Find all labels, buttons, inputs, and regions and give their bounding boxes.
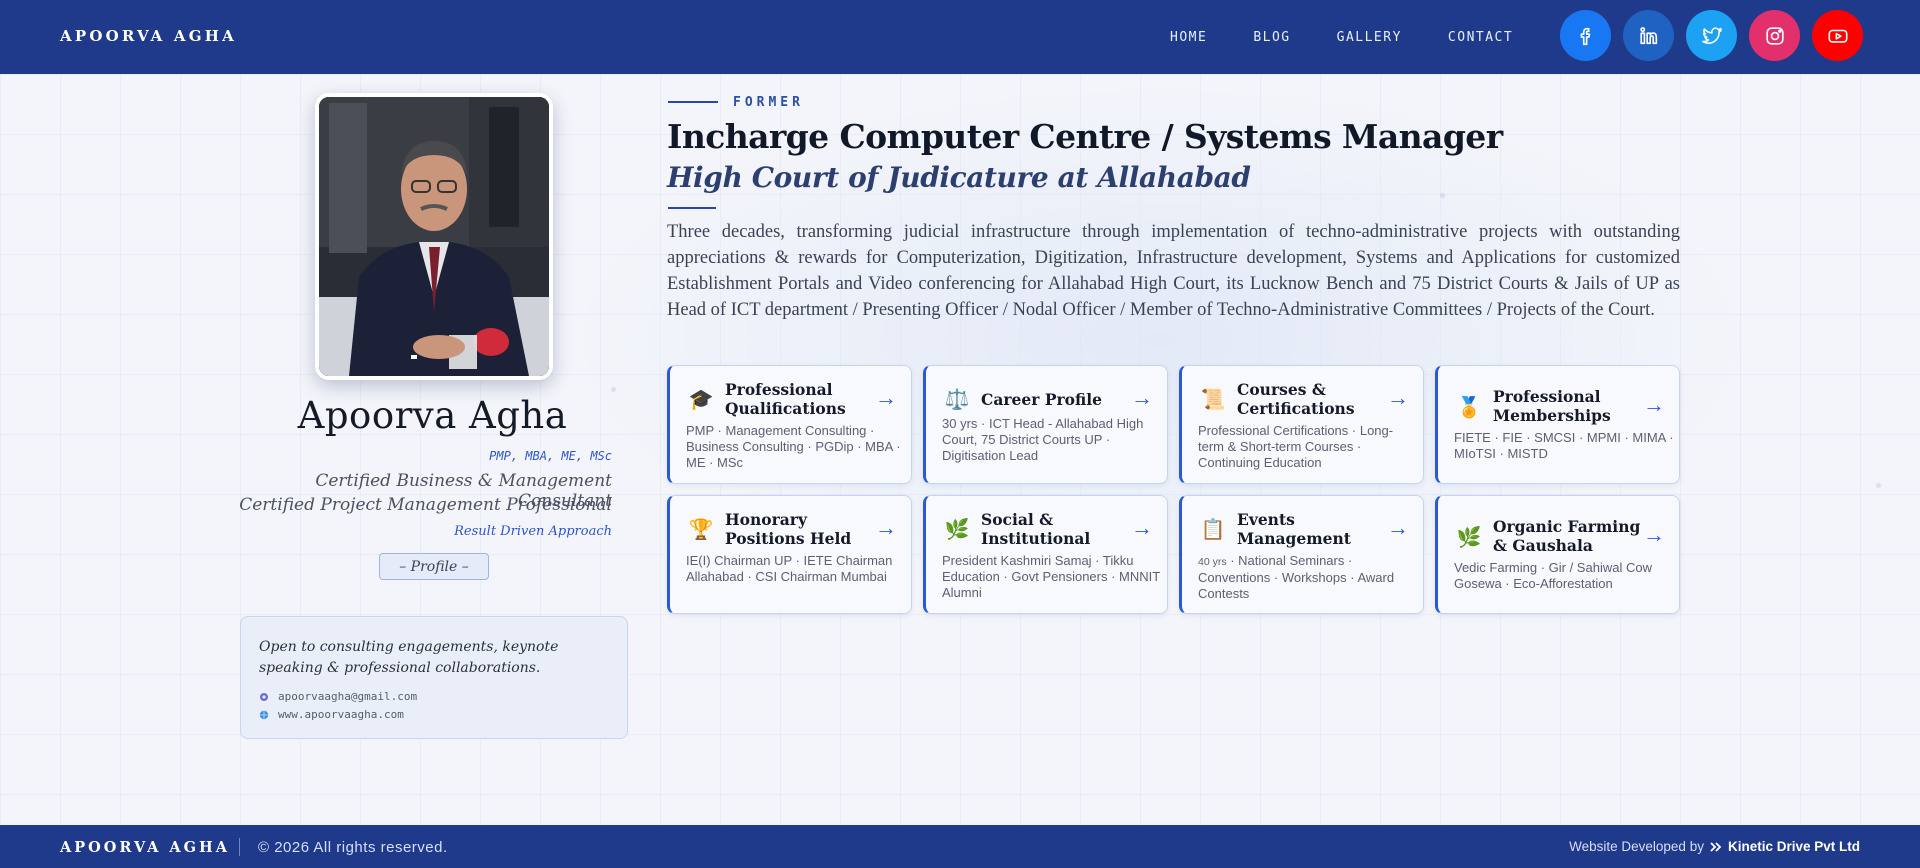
portrait-image — [319, 97, 549, 376]
arrow-right-icon[interactable]: → — [1131, 515, 1153, 541]
site-footer: APOORVA AGHA © 2026 All rights reserved.… — [0, 825, 1920, 868]
contact-website[interactable]: www.apoorvaagha.com — [278, 708, 404, 721]
card-description: PMP · Management Consulting · Business C… — [686, 423, 901, 470]
hero-summary: Three decades, transforming judicial inf… — [667, 222, 1680, 320]
card-title: Events Management — [1237, 510, 1351, 548]
arrow-right-icon[interactable]: → — [1643, 522, 1665, 548]
youtube-icon[interactable] — [1812, 10, 1863, 61]
developer-link[interactable]: Kinetic Drive Pvt Ltd — [1728, 839, 1860, 854]
double-chevron-icon — [1710, 841, 1722, 852]
social-links — [1560, 10, 1863, 61]
approach-tagline: Result Driven Approach — [454, 524, 612, 539]
card-description: FIETE · FIE · SMCSI · MPMI · MIMA · MIoT… — [1454, 430, 1674, 461]
card-honorary-positions[interactable]: 🏆 Honorary Positions Held → IE(I) Chairm… — [667, 495, 912, 614]
scales-icon: ⚖️ — [944, 389, 970, 411]
arrow-right-icon[interactable]: → — [875, 515, 897, 541]
card-title: Professional Memberships — [1493, 387, 1611, 425]
card-description: IE(I) Chairman UP · IETE Chairman Allaha… — [686, 553, 893, 584]
top-navbar: APOORVA AGHA HOME BLOG GALLERY CONTACT — [0, 0, 1920, 74]
facebook-icon[interactable] — [1560, 10, 1611, 61]
profile-photo — [315, 93, 553, 380]
contact-website-row[interactable]: www.apoorvaagha.com — [259, 708, 404, 721]
instagram-icon[interactable] — [1749, 10, 1800, 61]
seedling-icon: 🌿 — [1456, 527, 1482, 549]
card-professional-qualifications[interactable]: 🎓 Professional Qualifications → PMP · Ma… — [667, 365, 912, 484]
card-description: President Kashmiri Samaj · Tikku Educati… — [942, 553, 1160, 600]
developed-by-label: Website Developed by — [1569, 839, 1704, 854]
arrow-right-icon[interactable]: → — [1387, 385, 1409, 411]
email-icon — [260, 692, 268, 701]
trophy-icon: 🏆 — [688, 519, 714, 541]
card-social-institutional[interactable]: 🌿 Social & Institutional → President Kas… — [923, 495, 1168, 614]
developer-credit: Website Developed by Kinetic Drive Pvt L… — [1569, 839, 1860, 854]
card-title: Organic Farming & Gaushala — [1493, 517, 1641, 555]
graduation-cap-icon: 🎓 — [688, 389, 714, 411]
footer-copyright: © 2026 All rights reserved. — [258, 839, 448, 856]
footer-brand[interactable]: APOORVA AGHA — [60, 839, 230, 856]
footer-divider — [239, 838, 240, 856]
card-organic-farming[interactable]: 🌿 Organic Farming & Gaushala → Vedic Far… — [1435, 495, 1680, 614]
hero-title: Incharge Computer Centre / Systems Manag… — [667, 117, 1503, 156]
events-years: 40 yrs — [1198, 556, 1227, 568]
decor-dot — [611, 387, 616, 392]
hero-subtitle: High Court of Judicature at Allahabad — [667, 161, 1251, 194]
decor-dot — [1440, 193, 1445, 198]
card-description: 40 yrs · National Seminars · Conventions… — [1198, 553, 1418, 602]
card-description: Professional Certifications · Long-term … — [1198, 423, 1394, 470]
globe-icon — [259, 710, 269, 719]
events-detail: · National Seminars · Conventions · Work… — [1198, 553, 1395, 601]
profile-button[interactable]: – Profile – — [379, 553, 489, 580]
contact-card: Open to consulting engagements, keynote … — [240, 616, 628, 739]
card-title: Career Profile — [981, 390, 1103, 409]
contact-email-row[interactable]: apoorvaagha@gmail.com — [259, 690, 417, 703]
career-years: 30 yrs — [942, 416, 978, 431]
card-title: Honorary Positions Held — [725, 510, 852, 548]
eyebrow-divider — [668, 101, 718, 103]
card-career-profile[interactable]: ⚖️ Career Profile → 30 yrs · ICT Head - … — [923, 365, 1168, 484]
contact-email[interactable]: apoorvaagha@gmail.com — [278, 690, 417, 703]
twitter-icon[interactable] — [1686, 10, 1737, 61]
card-events-management[interactable]: 📋 Events Management → 40 yrs · National … — [1179, 495, 1424, 614]
profile-cards-grid: 🎓 Professional Qualifications → PMP · Ma… — [667, 365, 1680, 614]
arrow-right-icon[interactable]: → — [1131, 385, 1153, 411]
card-title: Courses & Certifications — [1237, 380, 1355, 418]
card-courses-certifications[interactable]: 📜 Courses & Certifications → Professiona… — [1179, 365, 1424, 484]
nav-gallery-link[interactable]: GALLERY — [1337, 30, 1402, 45]
card-description: 30 yrs · ICT Head - Allahabad High Court… — [942, 416, 1162, 464]
decor-dot — [1876, 483, 1881, 488]
nav-home-link[interactable]: HOME — [1170, 30, 1207, 45]
card-description: Vedic Farming · Gir / Sahiwal Cow Gosewa… — [1454, 560, 1652, 591]
main-nav: HOME BLOG GALLERY CONTACT — [1170, 30, 1559, 45]
arrow-right-icon[interactable]: → — [875, 385, 897, 411]
clipboard-icon: 📋 — [1200, 519, 1226, 541]
eyebrow-label: FORMER — [733, 95, 804, 110]
card-professional-memberships[interactable]: 🏅 Professional Memberships → FIETE · FIE… — [1435, 365, 1680, 484]
arrow-right-icon[interactable]: → — [1643, 392, 1665, 418]
card-title: Social & Institutional — [981, 510, 1091, 548]
nav-contact-link[interactable]: CONTACT — [1448, 30, 1513, 45]
linkedin-icon[interactable] — [1623, 10, 1674, 61]
medal-icon: 🏅 — [1456, 397, 1482, 419]
card-title: Professional Qualifications — [725, 380, 846, 418]
site-brand[interactable]: APOORVA AGHA — [60, 27, 237, 45]
scroll-icon: 📜 — [1200, 389, 1226, 411]
arrow-right-icon[interactable]: → — [1387, 515, 1409, 541]
certification-pmp: Certified Project Management Professiona… — [239, 495, 612, 515]
profile-credentials: PMP, MBA, ME, MSc — [489, 449, 612, 463]
profile-name: Apoorva Agha — [297, 394, 568, 437]
leaf-icon: 🌿 — [944, 519, 970, 541]
contact-invitation: Open to consulting engagements, keynote … — [259, 639, 559, 676]
nav-blog-link[interactable]: BLOG — [1253, 30, 1290, 45]
subtitle-underline — [668, 207, 716, 209]
